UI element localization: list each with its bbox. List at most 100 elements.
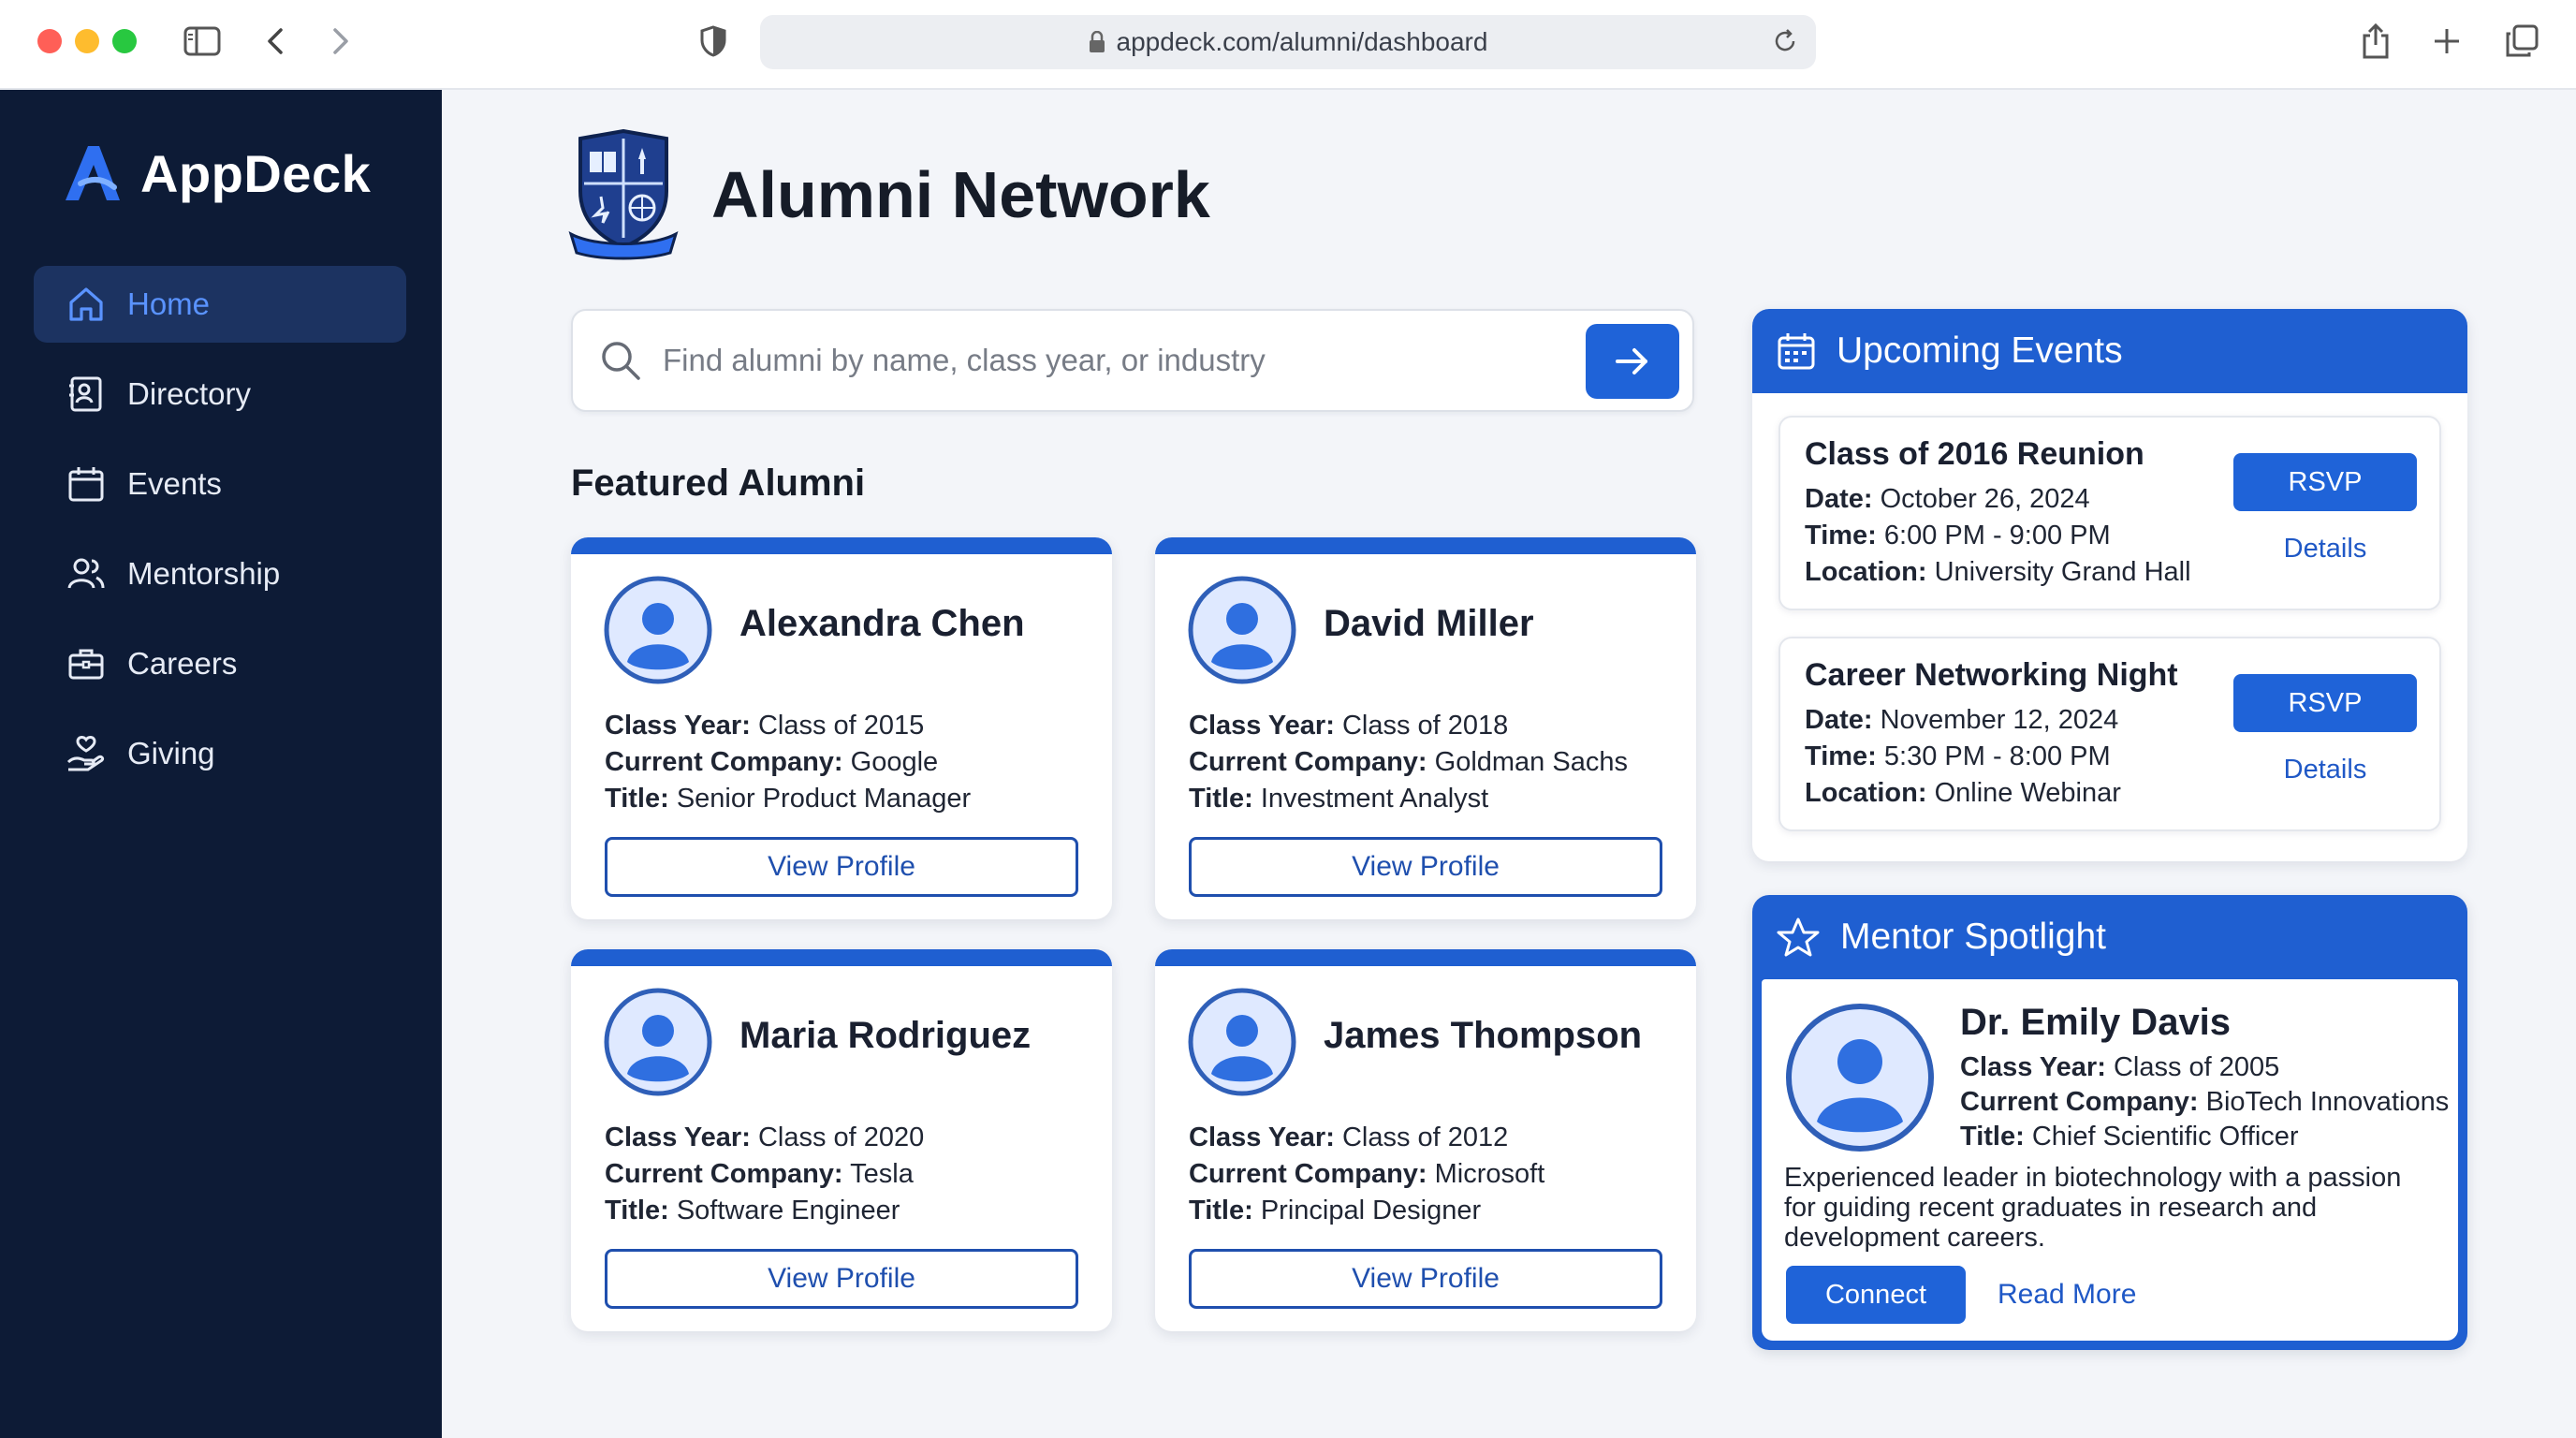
avatar (1188, 576, 1296, 684)
event-details-link[interactable]: Details (2233, 755, 2417, 785)
mentor-card: Dr. Emily Davis Class Year: Class of 200… (1762, 979, 2458, 1341)
alumni-name: David Miller (1324, 603, 1534, 644)
card-accent-bar (1155, 949, 1696, 966)
alumni-company: Microsoft (1434, 1159, 1545, 1189)
alumni-details: Class Year: Class of 2015 Current Compan… (605, 711, 972, 814)
sidebar-item-home[interactable]: Home (34, 266, 406, 343)
mentor-panel-title: Mentor Spotlight (1840, 917, 2106, 957)
card-accent-bar (571, 949, 1112, 966)
reload-icon[interactable] (1771, 27, 1799, 62)
alumni-details: Class Year: Class of 2012 Current Compan… (1189, 1123, 1545, 1225)
address-bar[interactable]: appdeck.com/alumni/dashboard (760, 15, 1816, 69)
events-panel-header: Upcoming Events (1752, 309, 2467, 393)
sidebar-item-giving[interactable]: Giving (34, 715, 406, 792)
appdeck-logo-icon (66, 146, 120, 200)
people-icon (66, 553, 107, 594)
new-tab-icon[interactable] (2424, 19, 2469, 64)
featured-alumni-title: Featured Alumni (571, 462, 866, 504)
card-accent-bar (1155, 537, 1696, 554)
sidebar-item-label: Careers (127, 646, 238, 681)
page-header: Alumni Network (567, 129, 1210, 260)
back-icon[interactable] (253, 19, 298, 64)
search-submit-button[interactable] (1586, 324, 1679, 399)
university-crest-icon (568, 129, 679, 260)
page-title: Alumni Network (711, 158, 1210, 231)
event-title: Career Networking Night (1805, 657, 2178, 693)
alumni-details: Class Year: Class of 2020 Current Compan… (605, 1123, 925, 1225)
alumni-name: James Thompson (1324, 1015, 1643, 1056)
sidebar-item-label: Mentorship (127, 556, 281, 591)
browser-toolbar: appdeck.com/alumni/dashboard (0, 0, 2576, 90)
brand-name: AppDeck (140, 143, 372, 203)
alumni-company: Google (850, 747, 939, 777)
alumni-card: Alexandra Chen Class Year: Class of 2015… (571, 537, 1112, 919)
calendar-icon (66, 463, 107, 505)
alumni-class-year: Class of 2012 (1341, 1123, 1509, 1152)
view-profile-button[interactable]: View Profile (605, 1249, 1078, 1309)
star-icon (1777, 917, 1820, 958)
mentor-company: BioTech Innovations (2205, 1087, 2450, 1117)
sidebar: AppDeck Home Directory Events Mentorship (0, 90, 442, 1438)
mentor-panel-header: Mentor Spotlight (1752, 895, 2467, 979)
share-icon[interactable] (2353, 19, 2398, 64)
arrow-right-icon (1616, 348, 1647, 374)
view-profile-button[interactable]: View Profile (1189, 1249, 1662, 1309)
home-icon (66, 284, 107, 325)
minimize-window-button[interactable] (75, 29, 99, 53)
lock-icon (1089, 31, 1105, 53)
giving-hand-icon (66, 733, 107, 774)
event-location: University Grand Hall (1934, 557, 2191, 587)
forward-icon[interactable] (318, 19, 363, 64)
rsvp-button[interactable]: RSVP (2233, 453, 2417, 511)
view-profile-button[interactable]: View Profile (605, 837, 1078, 897)
event-details-link[interactable]: Details (2233, 534, 2417, 565)
calendar-icon (1777, 331, 1816, 371)
search-input[interactable] (663, 343, 1561, 378)
mentor-class-year: Class of 2005 (2113, 1052, 2280, 1082)
sidebar-item-mentorship[interactable]: Mentorship (34, 536, 406, 612)
maximize-window-button[interactable] (112, 29, 137, 53)
event-date: October 26, 2024 (1880, 484, 2090, 514)
mentor-bio: Experienced leader in biotechnology with… (1784, 1163, 2402, 1253)
alumni-job-title: Principal Designer (1260, 1196, 1482, 1225)
avatar (1786, 1004, 1934, 1152)
privacy-shield-icon[interactable] (691, 19, 736, 64)
alumni-job-title: Investment Analyst (1260, 784, 1489, 814)
alumni-class-year: Class of 2018 (1341, 711, 1509, 741)
event-card: Class of 2016 Reunion Date: October 26, … (1778, 416, 2441, 610)
search-icon (599, 339, 642, 382)
mentor-spotlight-panel: Mentor Spotlight Dr. Emily Davis Class Y… (1752, 895, 2467, 1350)
alumni-job-title: Senior Product Manager (676, 784, 972, 814)
brand-logo[interactable]: AppDeck (60, 140, 371, 206)
connect-button[interactable]: Connect (1786, 1266, 1966, 1324)
alumni-details: Class Year: Class of 2018 Current Compan… (1189, 711, 1628, 814)
alumni-card: David Miller Class Year: Class of 2018 C… (1155, 537, 1696, 919)
sidebar-item-events[interactable]: Events (34, 446, 406, 522)
tab-overview-icon[interactable] (2499, 19, 2544, 64)
avatar (604, 576, 712, 684)
directory-icon (66, 374, 107, 415)
close-window-button[interactable] (37, 29, 62, 53)
rsvp-button[interactable]: RSVP (2233, 674, 2417, 732)
events-panel-title: Upcoming Events (1837, 330, 2123, 371)
briefcase-icon (66, 643, 107, 684)
event-time: 6:00 PM - 9:00 PM (1883, 521, 2111, 550)
event-details: Date: November 12, 2024 Time: 5:30 PM - … (1805, 705, 2121, 808)
event-date: November 12, 2024 (1880, 705, 2119, 735)
sidebar-item-label: Directory (127, 376, 252, 411)
sidebar-item-careers[interactable]: Careers (34, 625, 406, 702)
alumni-class-year: Class of 2020 (757, 1123, 925, 1152)
alumni-name: Alexandra Chen (739, 603, 1025, 644)
sidebar-item-directory[interactable]: Directory (34, 356, 406, 433)
view-profile-button[interactable]: View Profile (1189, 837, 1662, 897)
alumni-company: Goldman Sachs (1434, 747, 1628, 777)
read-more-link[interactable]: Read More (1998, 1279, 2136, 1311)
alumni-search-bar (571, 309, 1694, 412)
mentor-details: Class Year: Class of 2005 Current Compan… (1960, 1052, 2450, 1152)
mentor-name: Dr. Emily Davis (1960, 1002, 2232, 1043)
sidebar-toggle-icon[interactable] (180, 19, 225, 64)
card-accent-bar (571, 537, 1112, 554)
url-text: appdeck.com/alumni/dashboard (1116, 27, 1488, 56)
event-time: 5:30 PM - 8:00 PM (1883, 741, 2111, 771)
alumni-job-title: Software Engineer (676, 1196, 900, 1225)
